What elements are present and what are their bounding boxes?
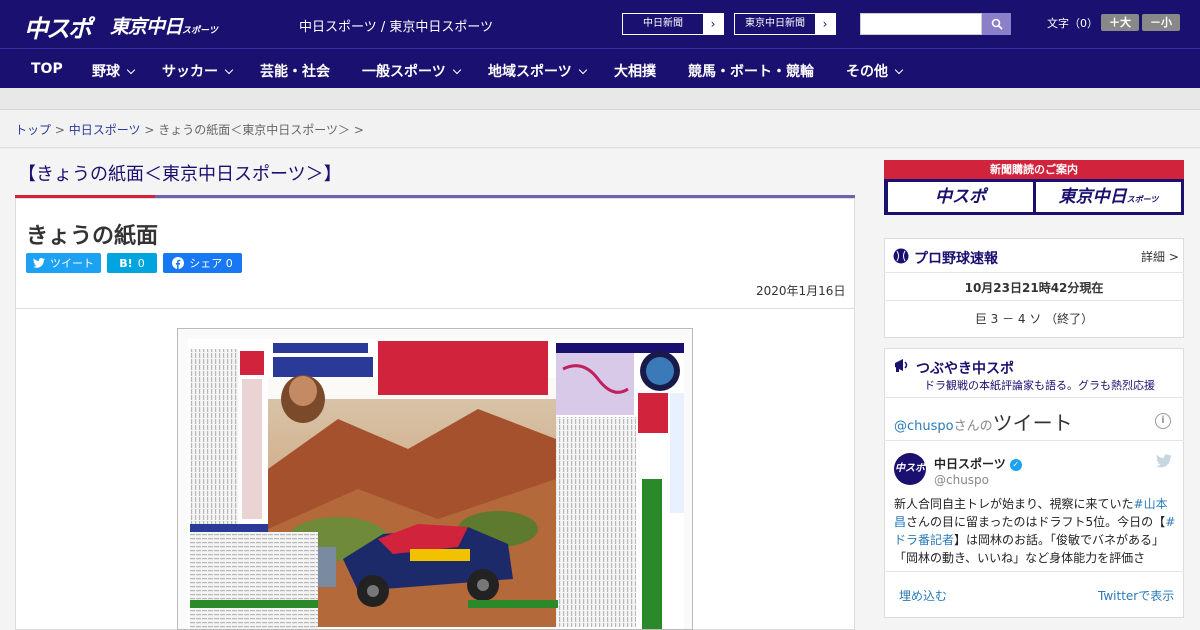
site-title[interactable]: 中日スポーツ / 東京中日スポーツ [299,16,493,35]
tokyo-chunichi-logo[interactable]: 東京中日スポーツ [110,12,218,39]
article-title: きょうの紙面 [26,224,159,249]
subscription-logo-chunichi[interactable]: 中スポ [888,182,1033,212]
search-input[interactable] [860,13,982,35]
megaphone-icon [895,359,908,372]
nav-sumo-label: 大相撲 [614,64,656,80]
tokyo-chunichi-shimbun-link[interactable]: 東京中日新聞 › [734,13,836,35]
nav-baseball[interactable]: 野球 [92,61,136,81]
chevron-down-icon [126,65,136,75]
nav-soccer-label: サッカー [162,64,218,80]
verified-badge-icon: ✓ [1009,458,1022,471]
article-date: 2020年1月16日 [756,284,846,298]
chevron-right-icon: › [815,14,835,34]
baseball-score[interactable]: 巨 3 － 4 ソ （終了） [884,310,1184,327]
tweet-account-name[interactable]: 中日スポーツ ✓ [934,455,1022,472]
nav-local-sports[interactable]: 地域スポーツ [488,61,587,81]
baseball-icon [893,248,909,264]
facebook-icon [172,257,185,269]
breadcrumb: トップ > 中日スポーツ > きょうの紙面＜東京中日スポーツ＞ > [15,121,364,138]
subscription-title: 新聞購読のご案内 [884,160,1184,179]
tweet-button-label: ツイート [50,257,94,270]
nav-entertainment-label: 芸能・社会 [260,64,330,80]
tweet-text: 新人合同自主トレが始まり、視察に来ていた#山本昌さんの目に留まったのはドラフト5… [894,495,1176,567]
breadcrumb-separator: > [54,123,65,137]
subscription-logo-tokyo[interactable]: 東京中日スポーツ [1036,182,1181,212]
timeline-word: ツイート [992,411,1073,435]
embed-link[interactable]: 埋め込む [899,587,947,604]
baseball-detail-link[interactable]: 詳細 > [1141,248,1179,265]
breadcrumb-separator: > [353,123,364,137]
page-title: 【きょうの紙面＜東京中日スポーツ＞】 [18,164,342,185]
font-smaller-button[interactable]: －小 [1142,14,1180,31]
breadcrumb-current: きょうの紙面＜東京中日スポーツ＞ [158,123,350,137]
chevron-down-icon [452,65,461,75]
tweet-account-name-text: 中日スポーツ [934,457,1006,471]
chevron-down-icon [224,65,234,75]
nav-baseball-label: 野球 [92,64,120,80]
info-icon[interactable]: i [1155,413,1171,429]
facebook-share-button[interactable]: シェア 0 [163,253,242,273]
view-on-twitter-link[interactable]: Twitterで表示 [1098,587,1174,604]
nav-entertainment[interactable]: 芸能・社会 [260,61,330,81]
ad-strip [0,88,1200,110]
subscription-banner[interactable]: 新聞購読のご案内 中スポ 東京中日スポーツ [884,160,1184,215]
newspaper-illustration [188,339,684,629]
chevron-right-icon: › [703,14,723,34]
hatena-count: 0 [137,256,145,270]
font-size-label: 文字（0） [1047,17,1098,30]
twitter-footer-divider [884,571,1184,572]
search-button[interactable] [982,13,1011,35]
tweet-account-handle[interactable]: @chuspo [934,473,989,487]
avatar[interactable]: 中スポ [894,453,926,485]
nav-other-label: その他 [846,64,888,80]
nav-sumo[interactable]: 大相撲 [614,61,656,81]
nav-soccer[interactable]: サッカー [162,61,234,81]
twitter-icon [33,258,45,268]
breadcrumb-top[interactable]: トップ [15,123,51,137]
twitter-timeline-header: @chuspoさんのツイート [894,407,1073,436]
tokyo-chunichi-logo-small: スポーツ [182,26,218,36]
font-larger-button[interactable]: ＋大 [1101,14,1139,31]
baseball-title: プロ野球速報 [914,251,998,267]
nav-top[interactable]: TOP [31,61,63,77]
nav-general-sports-label: 一般スポーツ [362,64,446,80]
twitter-divider [884,397,1184,398]
breadcrumb-chunichi-sports[interactable]: 中日スポーツ [69,123,141,137]
baseball-divider [884,300,1184,301]
hatena-bookmark-button[interactable]: B! 0 [107,253,157,273]
twitter-bird-icon[interactable] [1156,454,1172,468]
chunichi-shimbun-link[interactable]: 中日新聞 › [622,13,724,35]
hatena-bookmark-icon: B! [119,256,133,270]
twitter-section-title: つぶやき中スポ [916,361,1014,377]
tokyo-chunichi-shimbun-label: 東京中日新聞 [745,18,805,29]
nav-racing-label: 競馬・ボート・競輪 [688,64,814,80]
nav-top-label: TOP [31,61,63,77]
nav-general-sports[interactable]: 一般スポーツ [362,61,461,81]
chunichi-shimbun-label: 中日新聞 [643,18,683,29]
twitter-section-subtitle: ドラ観戦の本紙評論家も語る。グラも熱烈応援 [924,379,1155,392]
tokyo-chunichi-logo-text: 東京中日 [110,16,183,38]
subscription-logo-tokyo-text: 東京中日 [1058,187,1127,207]
facebook-share-label: シェア 0 [189,257,233,270]
nav-local-sports-label: 地域スポーツ [488,64,572,80]
timeline-handle[interactable]: @chuspo [894,419,954,434]
chunichi-sports-logo[interactable]: 中スポ [24,9,92,44]
baseball-updated: 10月23日21時42分現在 [964,281,1104,295]
chevron-down-icon [578,65,587,75]
nav-other[interactable]: その他 [846,61,904,81]
tweet-text-part: 新人合同自主トレが始まり、視察に来ていた [894,497,1134,511]
nav-racing[interactable]: 競馬・ボート・競輪 [688,61,814,81]
article-divider [16,308,854,309]
chevron-down-icon [894,65,904,75]
subscription-logo-tokyo-small: スポーツ [1126,195,1159,204]
timeline-san: さんの [953,419,993,434]
tweet-button[interactable]: ツイート [26,253,101,273]
baseball-divider [884,272,1184,273]
tweet-text-part: さんの目に留まったのはドラフト5位。今日の【 [906,515,1166,529]
breadcrumb-separator: > [144,123,155,137]
newspaper-page-image[interactable] [177,328,693,630]
search-icon [991,18,1003,30]
twitter-divider [884,440,1184,441]
